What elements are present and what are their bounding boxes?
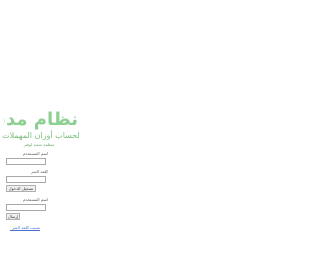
username-label: اسم المستخدم bbox=[23, 151, 48, 156]
password-label: كلمة السر bbox=[30, 169, 48, 174]
login-form: اسم المستخدم كلمة السر تسجيل الدخول اسم … bbox=[0, 150, 82, 220]
login-page: نظام مدفن لحساب أوزان المهملات منظمة سعي… bbox=[0, 0, 336, 280]
reset-username-input[interactable] bbox=[6, 204, 46, 211]
logo-subtitle: لحساب أوزان المهملات bbox=[2, 131, 80, 140]
send-button[interactable]: إرسال bbox=[6, 213, 20, 220]
username-input[interactable] bbox=[6, 158, 46, 165]
reset-username-label: اسم المستخدم bbox=[23, 197, 48, 202]
login-button[interactable]: تسجيل الدخول bbox=[6, 185, 36, 192]
logo-tagline: منظمة سعيد لوفتر bbox=[23, 142, 55, 147]
password-input[interactable] bbox=[6, 176, 46, 183]
forgot-password-link[interactable]: نسيت كلمة السر ؟ bbox=[10, 224, 40, 231]
logo-title: نظام مدفن bbox=[4, 110, 78, 130]
app-logo: نظام مدفن لحساب أوزان المهملات منظمة سعي… bbox=[0, 110, 82, 150]
